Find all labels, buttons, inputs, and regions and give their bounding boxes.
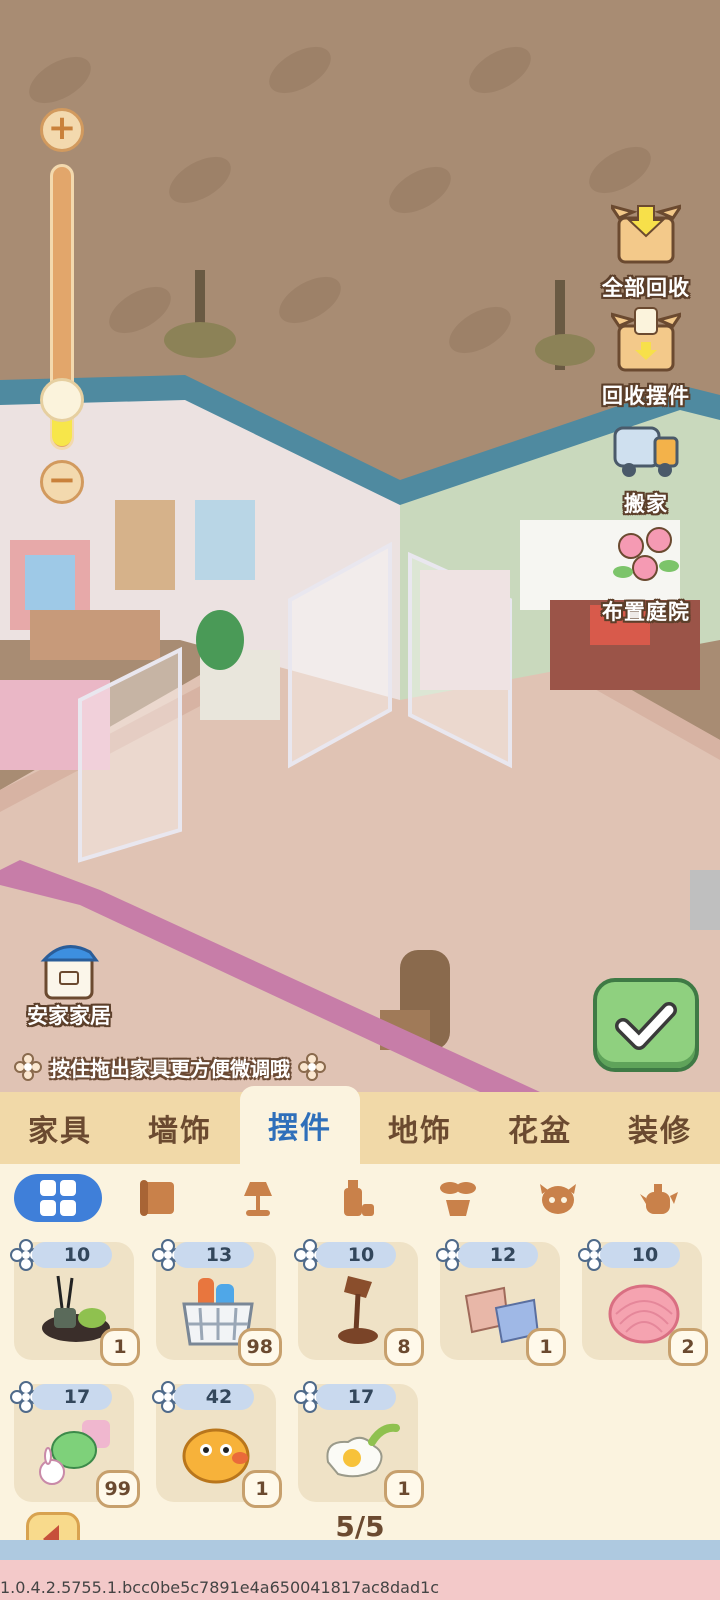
item-card-plush-toys[interactable]: 17 99	[10, 1381, 140, 1508]
bottle-icon	[344, 1180, 374, 1216]
moving-truck-icon	[613, 426, 679, 477]
confirm-button[interactable]	[593, 978, 699, 1072]
garden-label: 布置庭院	[602, 600, 690, 624]
tab-label: 花盆	[508, 1114, 572, 1149]
cow-icon	[540, 1184, 576, 1214]
minus-icon: −	[47, 460, 77, 500]
tab-furniture[interactable]: 家具	[0, 1092, 120, 1164]
tab-wall-decor[interactable]: 墙饰	[120, 1092, 240, 1164]
move-house-label: 搬家	[624, 492, 668, 516]
zoom-in-button[interactable]: +	[40, 108, 84, 152]
subcat-all[interactable]	[8, 1172, 108, 1224]
box-recycle-decor-icon	[607, 307, 685, 372]
subcat-lamp[interactable]	[208, 1172, 308, 1224]
recycle-decor-label: 回收摆件	[602, 384, 690, 408]
subcat-animal[interactable]	[508, 1172, 608, 1224]
subcat-scroll[interactable]	[108, 1172, 208, 1224]
item-card-pink-shell[interactable]: 10 2	[578, 1239, 708, 1366]
item-quantity: 98	[237, 1328, 282, 1366]
item-card-pillows[interactable]: 12 1	[436, 1239, 566, 1366]
tab-flower-pots[interactable]: 花盆	[480, 1092, 600, 1164]
item-cost: 17	[316, 1384, 396, 1410]
item-cost: 10	[316, 1242, 396, 1268]
item-quantity: 1	[100, 1328, 140, 1366]
teapot-icon	[640, 1184, 678, 1214]
flower-icon	[14, 1053, 42, 1081]
garden-button[interactable]: 布置庭院	[586, 522, 706, 626]
item-card-desk-lamp[interactable]: 10 8	[294, 1239, 424, 1366]
item-cost: 13	[174, 1242, 254, 1268]
garden-flower-icon	[613, 527, 679, 581]
drag-hint: 按住拖出家具更方便微调哦	[14, 1050, 326, 1084]
box-recycle-all-icon	[607, 203, 685, 264]
item-quantity: 2	[668, 1328, 708, 1366]
item-quantity: 8	[384, 1328, 424, 1366]
checkmark-icon	[615, 1002, 677, 1050]
item-quantity: 1	[384, 1470, 424, 1508]
tab-label: 装修	[628, 1114, 692, 1149]
subcat-bottle[interactable]	[308, 1172, 408, 1224]
category-tabs: 家具 墙饰 摆件 地饰 花盆 装修	[0, 1086, 720, 1164]
item-cost: 17	[32, 1384, 112, 1410]
item-panel: 10 1 13 98 10 8 12 1 10 2 17 99 42 1 17 …	[0, 1164, 720, 1540]
plant-icon	[440, 1182, 476, 1216]
blue-hat-bag-icon	[40, 945, 99, 1000]
recycle-decor-button[interactable]: 回收摆件	[586, 306, 706, 410]
plus-icon: +	[47, 108, 77, 148]
move-house-button[interactable]: 搬家	[586, 414, 706, 518]
item-card-fried-egg[interactable]: 17 1	[294, 1381, 424, 1508]
tab-label: 家具	[28, 1114, 92, 1149]
tab-label: 地饰	[388, 1114, 452, 1149]
item-cost: 10	[600, 1242, 680, 1268]
drag-hint-text: 按住拖出家具更方便微调哦	[50, 1056, 290, 1081]
grid-all-icon	[40, 1180, 76, 1216]
item-cost: 12	[458, 1242, 538, 1268]
item-quantity: 99	[95, 1470, 140, 1508]
tab-ornaments[interactable]: 摆件	[240, 1086, 360, 1164]
recycle-all-label: 全部回收	[602, 276, 690, 300]
item-quantity: 1	[242, 1470, 282, 1508]
room-scene[interactable]: + − 全部回收 回收摆件 搬家 布置庭院 安家家居 按住拖出家具更方便微调哦	[0, 0, 720, 1092]
tab-label: 摆件	[268, 1111, 332, 1146]
item-card-cleaning-basket[interactable]: 13 98	[152, 1239, 282, 1366]
item-card-incense-diffuser[interactable]: 10 1	[10, 1239, 140, 1366]
item-quantity: 1	[526, 1328, 566, 1366]
recycle-all-button[interactable]: 全部回收	[586, 198, 706, 302]
page-indicator: 5/5	[335, 1510, 385, 1543]
subcat-teapot[interactable]	[608, 1172, 708, 1224]
scroll-icon	[140, 1180, 174, 1216]
item-card-yellow-bird[interactable]: 42 1	[152, 1381, 282, 1508]
home-furniture-label: 安家家居	[27, 1004, 111, 1028]
lamp-icon	[244, 1182, 272, 1216]
bottom-decor-strip	[0, 1540, 720, 1560]
zoom-slider-thumb[interactable]	[40, 378, 84, 422]
item-cost: 42	[174, 1384, 254, 1410]
tab-floor-decor[interactable]: 地饰	[360, 1092, 480, 1164]
tab-renovation[interactable]: 装修	[600, 1092, 720, 1164]
subcat-plant[interactable]	[408, 1172, 508, 1224]
zoom-out-button[interactable]: −	[40, 460, 84, 504]
version-string: 1.0.4.2.5755.1.bcc0be5c7891e4a650041817a…	[0, 1578, 440, 1597]
tab-label: 墙饰	[148, 1114, 212, 1149]
item-cost: 10	[32, 1242, 112, 1268]
subcategory-bar	[8, 1172, 712, 1224]
home-furniture-button[interactable]: 安家家居	[14, 938, 124, 1030]
flower-icon	[298, 1053, 326, 1081]
